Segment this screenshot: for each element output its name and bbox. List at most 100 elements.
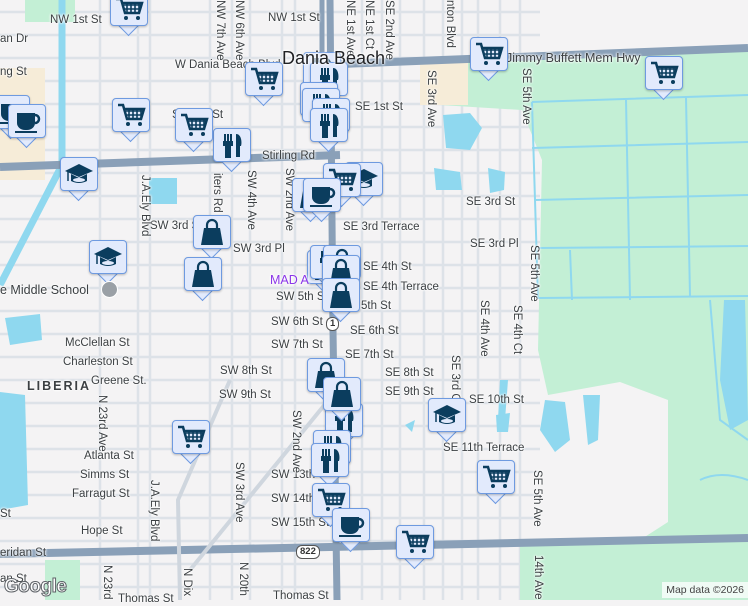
street-label: SE 11th Terrace <box>443 442 525 454</box>
map-marker-fork-knife[interactable] <box>311 443 351 488</box>
avenue-label: SE 3rd Ave <box>425 70 437 128</box>
street-label: NW 1st St <box>268 12 320 24</box>
street-label: SE 6th St <box>350 325 399 337</box>
google-logo[interactable]: Google <box>3 576 67 598</box>
poi-label[interactable]: MAD A <box>270 274 309 287</box>
map-marker-coffee[interactable] <box>303 178 343 223</box>
bag-icon <box>330 281 352 308</box>
street-label: Hope St <box>81 525 123 537</box>
cart-icon <box>476 42 504 65</box>
avenue-label: iters Rd <box>211 173 223 213</box>
street-label: Charleston St <box>63 356 133 368</box>
street-label: Greene St. <box>91 375 147 387</box>
map-marker-bag[interactable] <box>323 377 363 422</box>
map-marker-cart[interactable] <box>470 37 510 82</box>
avenue-label: SE 5th Ave <box>520 68 532 125</box>
map-marker-bag[interactable] <box>184 257 224 302</box>
cart-icon <box>118 103 146 126</box>
street-label: SW 6th St <box>271 316 323 328</box>
map-marker-graduation-cap[interactable] <box>60 157 100 202</box>
avenue-label: SW 4th Ave <box>245 170 257 230</box>
map-marker-cart[interactable] <box>172 420 212 465</box>
map-marker-coffee[interactable] <box>8 104 48 149</box>
avenue-label: SE 4th Ct <box>511 305 523 355</box>
cart-icon <box>178 425 206 448</box>
map-marker-cart[interactable] <box>645 56 685 101</box>
street-label: SE 8th St <box>385 367 434 379</box>
street-label: SE 3rd Terrace <box>343 221 420 233</box>
bag-icon <box>192 260 214 287</box>
avenue-label: SE 5th Ave <box>528 245 540 302</box>
avenue-label: SW 3rd Ave <box>233 462 245 523</box>
map-attribution[interactable]: Map data ©2026 <box>662 582 748 598</box>
street-label: ng St <box>0 66 27 78</box>
street-label: SW 8th St <box>220 365 272 377</box>
street-label: an Dr <box>0 33 29 45</box>
street-label: Atlanta St <box>84 450 134 462</box>
bag-icon <box>201 218 223 245</box>
cart-icon <box>181 113 209 136</box>
graduation-cap-icon <box>433 405 461 424</box>
coffee-icon <box>310 187 336 207</box>
avenue-label: nton Blvd <box>444 0 456 48</box>
street-label: SE 1st St <box>355 101 403 113</box>
route-shield-822: 822 <box>296 545 320 559</box>
avenue-label: 14th Ave <box>532 555 544 600</box>
street-label: McClellan St <box>65 337 130 349</box>
map-marker-cart[interactable] <box>396 525 436 570</box>
avenue-label: SE 4th Ave <box>478 300 490 357</box>
street-label: SW 7th St <box>271 339 323 351</box>
map-marker-cart[interactable] <box>110 0 150 37</box>
street-label: 5th St <box>361 300 392 312</box>
map-marker-fork-knife[interactable] <box>213 128 253 173</box>
school-poi-icon[interactable] <box>101 281 118 298</box>
avenue-label: J.A.Ely Blvd <box>148 480 160 542</box>
street-label: SE 9th St <box>385 386 434 398</box>
avenue-label: NW 7th Ave <box>214 0 226 61</box>
fork-knife-icon <box>223 134 242 158</box>
map-marker-bag[interactable] <box>322 278 362 323</box>
avenue-label: SW 2nd Ave <box>290 410 302 474</box>
map-marker-coffee[interactable] <box>332 508 372 553</box>
avenue-label: N 23rd Ave <box>96 395 108 452</box>
street-label: Farragut St <box>72 488 130 500</box>
street-label: SE 4th Terrace <box>363 281 439 293</box>
map-marker-cart[interactable] <box>477 460 517 505</box>
street-label: SE 4th St <box>363 261 412 273</box>
bag-icon <box>331 380 353 407</box>
avenue-label: SE 5th Ave <box>531 470 543 527</box>
street-label: Jimmy Buffett Mem Hwy <box>506 51 641 65</box>
graduation-cap-icon <box>94 247 122 266</box>
street-label: SW 3rd Pl <box>233 243 285 255</box>
school-label[interactable]: e Middle School <box>0 284 89 297</box>
map-marker-cart[interactable] <box>112 98 152 143</box>
street-label: NW 1st St <box>50 14 102 26</box>
route-shield-us1: 1 <box>326 317 340 331</box>
map-marker-cart[interactable] <box>245 62 285 107</box>
street-label: SE 7th St <box>345 349 394 361</box>
map-marker-graduation-cap[interactable] <box>89 240 129 285</box>
cart-icon <box>251 67 279 90</box>
street-label: Thomas St <box>273 590 329 602</box>
street-label: SE 3rd St <box>466 196 516 208</box>
map-marker-graduation-cap[interactable] <box>428 398 468 443</box>
town-label: Dania Beach <box>282 48 386 68</box>
map-marker-bag[interactable] <box>193 215 233 260</box>
avenue-label: NE 1st Ct <box>363 0 375 50</box>
street-label: Simms St <box>80 469 130 481</box>
avenue-label: N 20th <box>237 562 249 596</box>
cart-icon <box>483 465 511 488</box>
avenue-label: NW 6th Ave <box>233 0 245 61</box>
avenue-label: N 23rd <box>101 565 113 600</box>
cart-icon <box>116 0 144 20</box>
street-label: SE 3rd Pl <box>470 238 519 250</box>
street-label: Stirling Rd <box>262 150 316 162</box>
fork-knife-icon <box>320 114 339 138</box>
fork-knife-icon <box>321 449 340 473</box>
street-label: SE 10th St <box>469 394 524 406</box>
street-label: eridan St <box>0 547 47 559</box>
map-marker-fork-knife[interactable] <box>310 108 350 153</box>
map-marker-cart[interactable] <box>175 108 215 153</box>
graduation-cap-icon <box>65 164 93 183</box>
coffee-icon <box>339 517 365 537</box>
